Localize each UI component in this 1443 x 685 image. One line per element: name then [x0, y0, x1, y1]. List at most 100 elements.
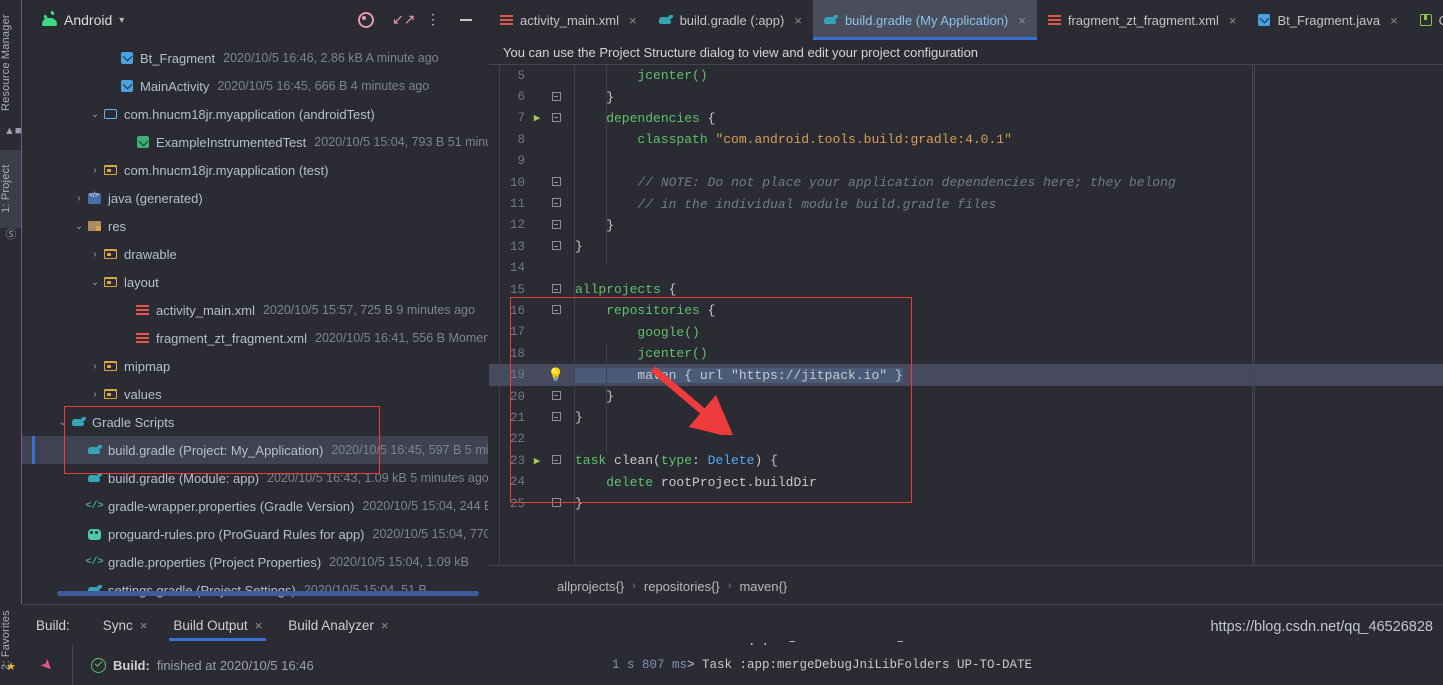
code-line[interactable]: 22: [489, 429, 1443, 450]
fold-toggle-icon[interactable]: [545, 497, 567, 509]
collapse-all-icon[interactable]: ↙↗: [392, 12, 415, 28]
tree-row[interactable]: ExampleInstrumentedTest 2020/10/5 15:04, …: [22, 128, 488, 156]
close-icon[interactable]: ×: [1229, 13, 1237, 28]
tree-row[interactable]: proguard-rules.pro (ProGuard Rules for a…: [22, 520, 488, 548]
tree-row[interactable]: › values: [22, 380, 488, 408]
code-line[interactable]: 9: [489, 151, 1443, 172]
chevron-right-icon[interactable]: ›: [88, 165, 102, 176]
code-line[interactable]: 11 // in the individual module build.gra…: [489, 193, 1443, 214]
code-line[interactable]: 17 google(): [489, 322, 1443, 343]
fold-toggle-icon[interactable]: [545, 390, 567, 402]
build-status-row[interactable]: Build: finished at 2020/10/5 16:46: [73, 657, 314, 673]
tree-item-label: Bt_Fragment: [140, 50, 216, 66]
project-horizontal-scrollbar[interactable]: [57, 591, 479, 596]
code-line[interactable]: 14: [489, 258, 1443, 279]
fold-toggle-icon[interactable]: [545, 305, 567, 316]
close-icon[interactable]: ×: [1390, 13, 1398, 28]
sidebar-tab-project[interactable]: 1: Project: [0, 150, 22, 228]
close-icon[interactable]: ×: [629, 13, 637, 28]
tree-row[interactable]: ⌄ com.hnucm18jr.myapplication (androidTes…: [22, 100, 488, 128]
editor-tab[interactable]: activity_main.xml ×: [489, 0, 648, 40]
hammer-icon[interactable]: ➤: [36, 654, 58, 676]
tree-row[interactable]: › java (generated): [22, 184, 488, 212]
tree-row[interactable]: › drawable: [22, 240, 488, 268]
tab-build-output[interactable]: Build Output ×: [160, 605, 275, 645]
chevron-down-icon[interactable]: ⌄: [72, 221, 86, 232]
fold-toggle-icon[interactable]: [545, 198, 567, 209]
tree-row[interactable]: build.gradle (Module: app) 2020/10/5 16:4…: [22, 464, 488, 492]
code-line[interactable]: 16 repositories {: [489, 300, 1443, 321]
code-line[interactable]: 13}: [489, 236, 1443, 257]
code-line[interactable]: 6 }: [489, 86, 1443, 107]
fold-toggle-icon[interactable]: [545, 91, 567, 103]
breadcrumb-item[interactable]: allprojects{}: [557, 579, 624, 594]
build-run-column: ➤: [22, 654, 72, 676]
code-line[interactable]: 7 ▶ dependencies {: [489, 108, 1443, 129]
editor-tab[interactable]: build.gradle (My Application) ×: [812, 0, 1037, 40]
tree-row[interactable]: › com.hnucm18jr.myapplication (test): [22, 156, 488, 184]
close-icon[interactable]: ×: [255, 618, 263, 633]
code-line[interactable]: 19 💡 maven { url "https://jitpack.io" }: [489, 364, 1443, 386]
project-view-selector[interactable]: Android ▾: [42, 12, 124, 28]
close-icon[interactable]: ×: [140, 618, 148, 633]
tab-sync[interactable]: Sync ×: [90, 605, 161, 645]
tree-row[interactable]: settings.gradle (Project Settings) 2020/1…: [22, 576, 488, 604]
chevron-right-icon[interactable]: ›: [88, 361, 102, 372]
fold-toggle-icon[interactable]: [545, 241, 567, 252]
code-line[interactable]: 24 delete rootProject.buildDir: [489, 471, 1443, 492]
breadcrumb-item[interactable]: repositories{}: [644, 579, 720, 594]
code-line[interactable]: 25}: [489, 493, 1443, 514]
tree-row[interactable]: Bt_Fragment 2020/10/5 16:46, 2.86 kB A mi…: [22, 44, 488, 72]
chevron-right-icon[interactable]: ›: [72, 193, 86, 204]
tree-row[interactable]: › mipmap: [22, 352, 488, 380]
tree-row[interactable]: ⌄ Gradle Scripts: [22, 408, 488, 436]
code-editor[interactable]: 5 jcenter() 6 } 7 ▶ dependencies {8 classpa…: [489, 65, 1443, 565]
fold-toggle-icon[interactable]: [545, 455, 567, 466]
tree-row[interactable]: </> gradle.properties (Project Properties…: [22, 548, 488, 576]
fold-toggle-icon[interactable]: [545, 112, 567, 124]
fold-toggle-icon[interactable]: [545, 284, 567, 295]
hide-panel-icon[interactable]: [460, 12, 476, 28]
right-margin-rule: [1252, 65, 1253, 565]
code-line[interactable]: 10 // NOTE: Do not place your applicatio…: [489, 172, 1443, 193]
fold-toggle-icon[interactable]: [545, 219, 567, 231]
run-gutter-icon[interactable]: ▶: [529, 454, 545, 468]
code-line[interactable]: 21}: [489, 407, 1443, 428]
chevron-down-icon[interactable]: ⌄: [88, 277, 102, 288]
chevron-down-icon[interactable]: ⌄: [88, 109, 102, 120]
breadcrumb-item[interactable]: maven{}: [739, 579, 787, 594]
code-line[interactable]: 8 classpath "com.android.tools.build:gra…: [489, 129, 1443, 150]
chevron-right-icon[interactable]: ›: [88, 249, 102, 260]
tree-row[interactable]: </> gradle-wrapper.properties (Gradle Ver…: [22, 492, 489, 520]
code-line[interactable]: 5 jcenter(): [489, 65, 1443, 86]
code-line[interactable]: 23 ▶ task clean(type: Delete) {: [489, 450, 1443, 471]
target-icon[interactable]: [358, 12, 374, 28]
lightbulb-icon[interactable]: 💡: [545, 368, 567, 383]
editor-tab[interactable]: Bt_Fragment.java ×: [1247, 0, 1408, 40]
chevron-right-icon[interactable]: ›: [88, 389, 102, 400]
tree-row[interactable]: MainActivity 2020/10/5 16:45, 666 B 4 min…: [22, 72, 488, 100]
tree-row[interactable]: ⌄ layout: [22, 268, 488, 296]
run-gutter-icon[interactable]: ▶: [529, 111, 545, 125]
fold-toggle-icon[interactable]: [545, 412, 567, 423]
chevron-down-icon[interactable]: ⌄: [56, 417, 70, 428]
code-line[interactable]: 15 allprojects {: [489, 279, 1443, 300]
close-icon[interactable]: ×: [381, 618, 389, 633]
chevron-down-icon[interactable]: ▾: [119, 15, 124, 26]
editor-tab[interactable]: Calendar: [1409, 0, 1443, 40]
code-line[interactable]: 18 jcenter(): [489, 343, 1443, 364]
editor-tab[interactable]: build.gradle (:app) ×: [648, 0, 813, 40]
more-options-icon[interactable]: ⋮: [426, 12, 442, 28]
code-line[interactable]: 12 }: [489, 215, 1443, 236]
tab-build-analyzer[interactable]: Build Analyzer ×: [275, 605, 401, 645]
tree-row[interactable]: ⌄ res: [22, 212, 488, 240]
close-icon[interactable]: ×: [794, 13, 802, 28]
close-icon[interactable]: ×: [1018, 13, 1026, 28]
tree-row[interactable]: fragment_zt_fragment.xml 2020/10/5 16:41,…: [22, 324, 488, 352]
fold-toggle-icon[interactable]: [545, 177, 567, 188]
tree-row[interactable]: activity_main.xml 2020/10/5 15:57, 725 B …: [22, 296, 488, 324]
code-line[interactable]: 20 }: [489, 386, 1443, 407]
editor-tab[interactable]: fragment_zt_fragment.xml ×: [1037, 0, 1248, 40]
tree-row[interactable]: build.gradle (Project: My_Application) 20…: [22, 436, 488, 464]
sidebar-tab-resource-manager[interactable]: Resource Manager: [0, 8, 22, 118]
